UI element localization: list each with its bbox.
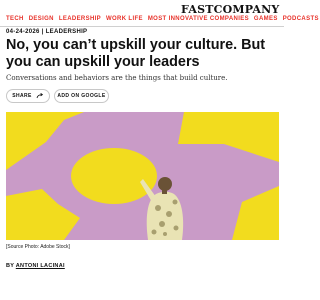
meta-separator: |: [41, 29, 44, 35]
share-button[interactable]: SHARE: [6, 89, 50, 103]
site-header: TECH DESIGN LEADERSHIP WORK LIFE MOST IN…: [0, 0, 318, 26]
article-date: 04-24-2026: [6, 29, 40, 35]
byline: BY ANTONI LACINAI: [6, 263, 65, 269]
article-subhead: Conversations and behaviors are the thin…: [6, 74, 228, 82]
nav-item-leadership[interactable]: LEADERSHIP: [59, 16, 101, 22]
share-icon: [36, 93, 44, 99]
add-on-google-button[interactable]: ADD ON GOOGLE: [54, 89, 109, 103]
author-link[interactable]: ANTONI LACINAI: [16, 263, 65, 269]
byline-prefix: BY: [6, 263, 15, 269]
nav-item-tech[interactable]: TECH: [6, 16, 24, 22]
article-headline: No, you can’t upskill your culture. But …: [6, 37, 266, 70]
add-on-google-label: ADD ON GOOGLE: [57, 93, 106, 99]
share-button-label: SHARE: [12, 93, 32, 99]
fast-company-logo[interactable]: FASTCOMPANY: [181, 3, 279, 16]
image-caption: [Source Photo: Adobe Stock]: [6, 244, 70, 250]
top-nav: TECH DESIGN LEADERSHIP WORK LIFE MOST IN…: [6, 16, 320, 22]
hero-image: [6, 112, 279, 240]
article-meta: 04-24-2026 | LEADERSHIP: [6, 29, 87, 35]
header-divider: [0, 26, 284, 27]
article-category[interactable]: LEADERSHIP: [46, 29, 88, 35]
nav-item-work-life[interactable]: WORK LIFE: [106, 16, 143, 22]
nav-item-podcasts[interactable]: PODCASTS: [283, 16, 319, 22]
nav-item-games[interactable]: GAMES: [254, 16, 278, 22]
hero-illustration: [6, 112, 279, 240]
nav-item-most-innovative-companies[interactable]: MOST INNOVATIVE COMPANIES: [148, 16, 249, 22]
nav-item-design[interactable]: DESIGN: [29, 16, 54, 22]
